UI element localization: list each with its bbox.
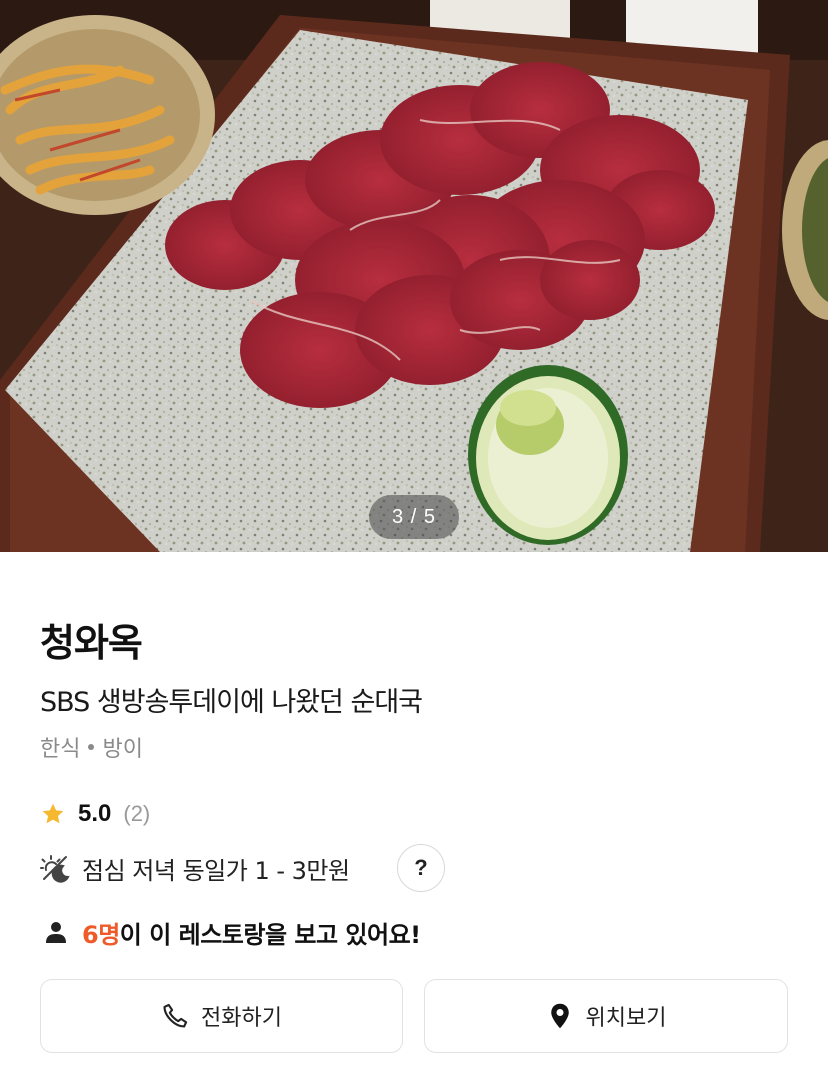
price-text: 점심 저녁 동일가 1 - 3만원: [82, 856, 350, 885]
viewers-count: 6명: [82, 920, 120, 949]
phone-icon: [163, 1003, 188, 1028]
gallery-counter: 3 / 5: [369, 495, 459, 539]
map-button-label: 위치보기: [585, 1006, 667, 1031]
food-photo: [0, 0, 828, 552]
star-icon: [42, 803, 64, 824]
rating-score: 5.0: [78, 800, 112, 827]
restaurant-category: 한식 방이: [40, 731, 143, 763]
map-button[interactable]: 위치보기: [424, 979, 788, 1053]
call-button[interactable]: 전화하기: [40, 979, 403, 1053]
separator-dot: [88, 744, 95, 750]
price-help-button[interactable]: ?: [397, 844, 445, 892]
area-label: 방이: [102, 737, 143, 762]
review-count[interactable]: (2): [123, 801, 150, 827]
rating-row[interactable]: 5.0 (2): [40, 798, 150, 830]
restaurant-description: SBS 생방송투데이에 나왔던 순대국: [40, 687, 423, 718]
viewers-text: 이 이 레스토랑을 보고 있어요!: [119, 920, 421, 949]
cuisine-label: 한식: [40, 737, 81, 762]
viewers-notice: 6명이 이 레스토랑을 보고 있어요!: [44, 914, 421, 950]
call-button-label: 전화하기: [201, 1006, 282, 1031]
photo-gallery[interactable]: 3 / 5: [0, 0, 828, 552]
person-icon: [46, 922, 66, 943]
price-row: 점심 저녁 동일가 1 - 3만원: [40, 848, 350, 888]
location-pin-icon: [550, 1003, 569, 1029]
sun-moon-icon: [40, 855, 70, 883]
restaurant-name: 청와옥: [40, 621, 143, 665]
